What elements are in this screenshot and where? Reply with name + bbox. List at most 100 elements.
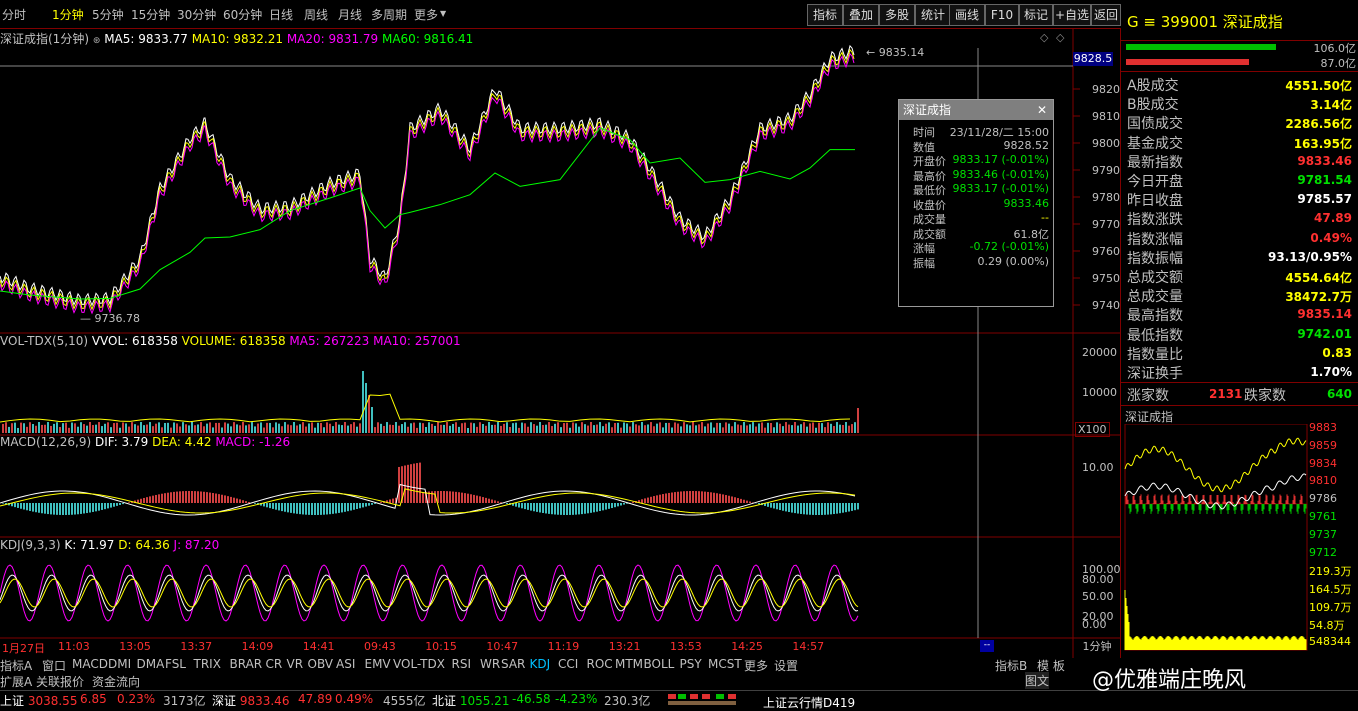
- volume-bar: [179, 426, 181, 433]
- indicator-tab[interactable]: 窗口: [42, 657, 66, 674]
- indicator-tab[interactable]: RSI: [452, 657, 472, 671]
- stat-row: 深证换手 1.70%: [1127, 363, 1352, 382]
- legend-item: VVOL: 618358: [91, 334, 182, 348]
- indicator-tab[interactable]: ROC: [587, 657, 613, 671]
- series-line: [0, 52, 855, 315]
- indicator-button[interactable]: 指标: [807, 4, 843, 26]
- macd-bar: [272, 503, 274, 509]
- volume-bar: [347, 425, 349, 433]
- period-tab-multi[interactable]: 多周期: [371, 6, 407, 23]
- volume-bar: [776, 422, 778, 433]
- period-tab-more[interactable]: 更多: [414, 6, 438, 23]
- diamond-icon-2[interactable]: ◇: [1056, 31, 1064, 44]
- macd-bar: [284, 503, 286, 512]
- sell-bar: [1126, 59, 1249, 65]
- indicator-tab[interactable]: VR: [287, 657, 304, 671]
- volume-bar: [464, 422, 466, 433]
- indicator-tick: 80.00: [1082, 573, 1114, 586]
- draw-line-button[interactable]: 画线: [949, 4, 985, 26]
- indicator-tab[interactable]: BOLL: [644, 657, 675, 671]
- series-line: [0, 48, 855, 311]
- macd-bar: [848, 503, 850, 512]
- indicator-tab[interactable]: BRAR: [230, 657, 263, 671]
- template-tab[interactable]: 指标B: [995, 657, 1027, 674]
- indicator-tab[interactable]: MTM: [615, 657, 643, 671]
- chevron-circle-icon[interactable]: ⊛: [93, 36, 101, 46]
- close-icon[interactable]: ✕: [1037, 100, 1047, 120]
- indicator-tab[interactable]: ASI: [336, 657, 355, 671]
- indicator-tab[interactable]: 指标A: [0, 657, 32, 674]
- chevron-down-icon[interactable]: ▼: [440, 9, 446, 18]
- indicator-tab[interactable]: CR: [266, 657, 283, 671]
- overlay-button[interactable]: 叠加: [843, 4, 879, 26]
- volume-bar: [656, 423, 658, 433]
- macd-bar: [74, 503, 76, 515]
- volume-bar: [518, 427, 520, 433]
- period-tab-15min[interactable]: 15分钟: [131, 6, 170, 23]
- stat-label: 指数涨跌: [1127, 212, 1183, 229]
- macd-bar: [689, 491, 691, 503]
- sub-tab[interactable]: 关联报价: [36, 673, 84, 690]
- indicator-tab[interactable]: CCI: [558, 657, 578, 671]
- mark-button[interactable]: 标记: [1019, 4, 1053, 26]
- sub-tab[interactable]: 资金流向: [92, 673, 140, 690]
- volume-bar: [350, 424, 352, 433]
- macd-bar: [476, 495, 478, 503]
- period-tab-month[interactable]: 月线: [338, 6, 362, 23]
- indicator-tab[interactable]: DMA: [137, 657, 165, 671]
- macd-bar: [80, 503, 82, 514]
- volume-bar: [836, 422, 838, 433]
- volume-bar: [614, 422, 616, 433]
- indicator-tab[interactable]: 更多: [744, 657, 768, 674]
- f10-button[interactable]: F10: [985, 4, 1019, 26]
- macd-bar: [20, 503, 22, 509]
- indicator-tab[interactable]: SAR: [501, 657, 525, 671]
- volume-bar: [494, 424, 496, 433]
- period-tab-fenshi[interactable]: 分时: [2, 6, 26, 23]
- price-tick: 9770: [1092, 218, 1120, 231]
- macd-bar: [281, 503, 283, 512]
- period-label[interactable]: 1分钟: [1074, 638, 1120, 654]
- indicator-tab[interactable]: VOL-TDX: [393, 657, 445, 671]
- indicator-tab[interactable]: 设置: [774, 657, 798, 674]
- volume-bar: [851, 424, 853, 433]
- period-tab-1min[interactable]: 1分钟: [52, 6, 84, 23]
- indicator-tab[interactable]: OBV: [308, 657, 334, 671]
- macd-bar: [551, 503, 553, 515]
- multi-stock-button[interactable]: 多股: [879, 4, 915, 26]
- period-tab-5min[interactable]: 5分钟: [92, 6, 124, 23]
- period-tab-week[interactable]: 周线: [304, 6, 328, 23]
- indicator-tab[interactable]: TRIX: [194, 657, 221, 671]
- add-watchlist-button[interactable]: +自选: [1053, 4, 1091, 26]
- volume-bar: [536, 425, 538, 433]
- indicator-tab[interactable]: EMV: [365, 657, 391, 671]
- macd-bar: [332, 503, 334, 514]
- time-tick: 14:41: [302, 640, 335, 653]
- period-tab-60min[interactable]: 60分钟: [223, 6, 262, 23]
- diamond-icon[interactable]: ◇: [1040, 31, 1048, 44]
- volume-bar: [38, 422, 40, 433]
- period-tab-day[interactable]: 日线: [269, 6, 293, 23]
- volume-bar: [242, 422, 244, 433]
- macd-bar: [779, 503, 781, 511]
- indicator-tab[interactable]: WR: [480, 657, 500, 671]
- indicator-tab[interactable]: PSY: [680, 657, 702, 671]
- indicator-tab[interactable]: FSL: [165, 657, 186, 671]
- macd-bar: [113, 503, 115, 507]
- indicator-tab[interactable]: DMI: [108, 657, 131, 671]
- indicator-tab[interactable]: MCST: [708, 657, 742, 671]
- back-button[interactable]: 返回: [1091, 4, 1121, 26]
- status-value: 6.85: [80, 692, 107, 706]
- status-value: 4555亿: [383, 694, 426, 708]
- macd-bar: [275, 503, 277, 510]
- indicator-tab[interactable]: MACD: [72, 657, 108, 671]
- scroll-thumb[interactable]: --: [980, 640, 994, 652]
- period-tab-30min[interactable]: 30分钟: [177, 6, 216, 23]
- indicator-tab[interactable]: KDJ: [530, 657, 551, 671]
- status-item: 北证 1055.21: [432, 692, 509, 709]
- sub-tab[interactable]: 扩展A: [0, 673, 32, 690]
- statistics-button[interactable]: 统计: [915, 4, 951, 26]
- time-tick: 09:43: [364, 640, 396, 653]
- macd-bar: [203, 491, 205, 503]
- popup-row: 成交量 --: [899, 211, 1053, 226]
